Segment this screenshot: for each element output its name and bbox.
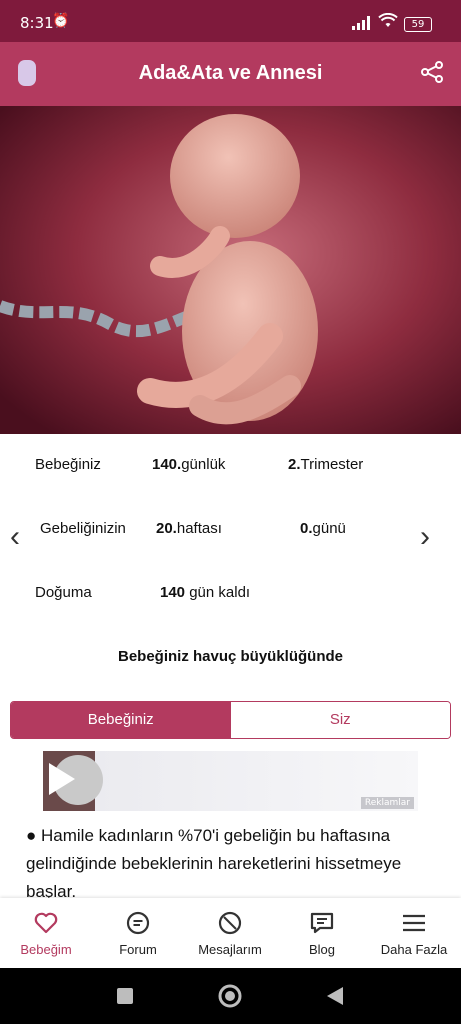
baby-days: 140.günlük bbox=[152, 456, 226, 473]
menu-icon bbox=[403, 914, 425, 932]
fetus-image bbox=[0, 106, 461, 434]
nav-forum[interactable]: Forum bbox=[92, 898, 184, 968]
chevron-right-icon[interactable]: › bbox=[420, 520, 430, 554]
wifi-icon bbox=[378, 13, 398, 27]
pregnancy-label: Gebeliğinizin bbox=[40, 520, 126, 537]
baby-size-text: Bebeğiniz havuç büyüklüğünde bbox=[117, 648, 344, 665]
alarm-icon: ⏰ bbox=[52, 13, 70, 29]
tab-siz[interactable]: Siz bbox=[230, 702, 450, 738]
blog-icon bbox=[310, 912, 334, 934]
weekly-fact: ● Hamile kadınların %70'i gebeliğin bu h… bbox=[26, 826, 402, 901]
app-bar: Ada&Ata ve Annesi bbox=[0, 42, 461, 106]
battery-level: 59 bbox=[411, 19, 425, 30]
nav-blog[interactable]: Blog bbox=[276, 898, 368, 968]
baby-label: Bebeğiniz bbox=[35, 456, 101, 473]
nav-bebegim[interactable]: Bebeğim bbox=[0, 898, 92, 968]
back-icon bbox=[327, 987, 343, 1005]
due-label: Doğuma bbox=[35, 584, 92, 601]
app-title: Ada&Ata ve Annesi bbox=[138, 62, 323, 84]
nav-label: Forum bbox=[119, 942, 157, 957]
recent-apps-icon bbox=[117, 988, 133, 1004]
pregnancy-day: 0.günü bbox=[300, 520, 346, 537]
heart-icon bbox=[34, 912, 58, 934]
signal-icon bbox=[352, 16, 370, 30]
nav-daha-fazla[interactable]: Daha Fazla bbox=[368, 898, 460, 968]
nav-label: Mesajlarım bbox=[198, 942, 262, 957]
nav-mesajlarim[interactable]: Mesajlarım bbox=[184, 898, 276, 968]
pregnancy-week: 20.haftası bbox=[156, 520, 222, 537]
nav-label: Daha Fazla bbox=[380, 942, 448, 957]
ad-label: Reklamlar bbox=[360, 797, 414, 809]
due-row: Doğuma 140 gün kaldı bbox=[0, 580, 461, 610]
chevron-left-icon[interactable]: ‹ bbox=[10, 520, 20, 554]
bottom-nav: Bebeğim Forum Mesajlarım Blog Daha Fazla bbox=[0, 898, 461, 968]
tab-bar: Bebeğiniz Siz bbox=[10, 701, 451, 739]
share-icon[interactable] bbox=[420, 60, 444, 84]
chat-icon bbox=[126, 911, 150, 935]
messages-icon bbox=[218, 911, 242, 935]
nav-label: Bebeğim bbox=[20, 942, 72, 957]
status-bar: 8:31 ⏰ 59 bbox=[0, 0, 461, 42]
battery-icon: 59 bbox=[404, 17, 432, 32]
baby-age-row: Bebeğiniz 140.günlük 2.Trimester bbox=[0, 452, 461, 482]
trimester: 2.Trimester bbox=[288, 456, 364, 473]
system-nav-bar bbox=[0, 968, 461, 1024]
nav-label: Blog bbox=[308, 942, 336, 957]
play-icon[interactable] bbox=[49, 763, 75, 795]
ad-banner[interactable]: Reklamlar bbox=[43, 751, 418, 811]
tab-bebeginiz[interactable]: Bebeğiniz bbox=[11, 702, 231, 738]
status-time: 8:31 bbox=[20, 14, 54, 32]
pregnancy-week-row: ‹ Gebeliğinizin 20.haftası 0.günü › bbox=[0, 516, 461, 553]
due-value: 140 gün kaldı bbox=[160, 584, 251, 601]
